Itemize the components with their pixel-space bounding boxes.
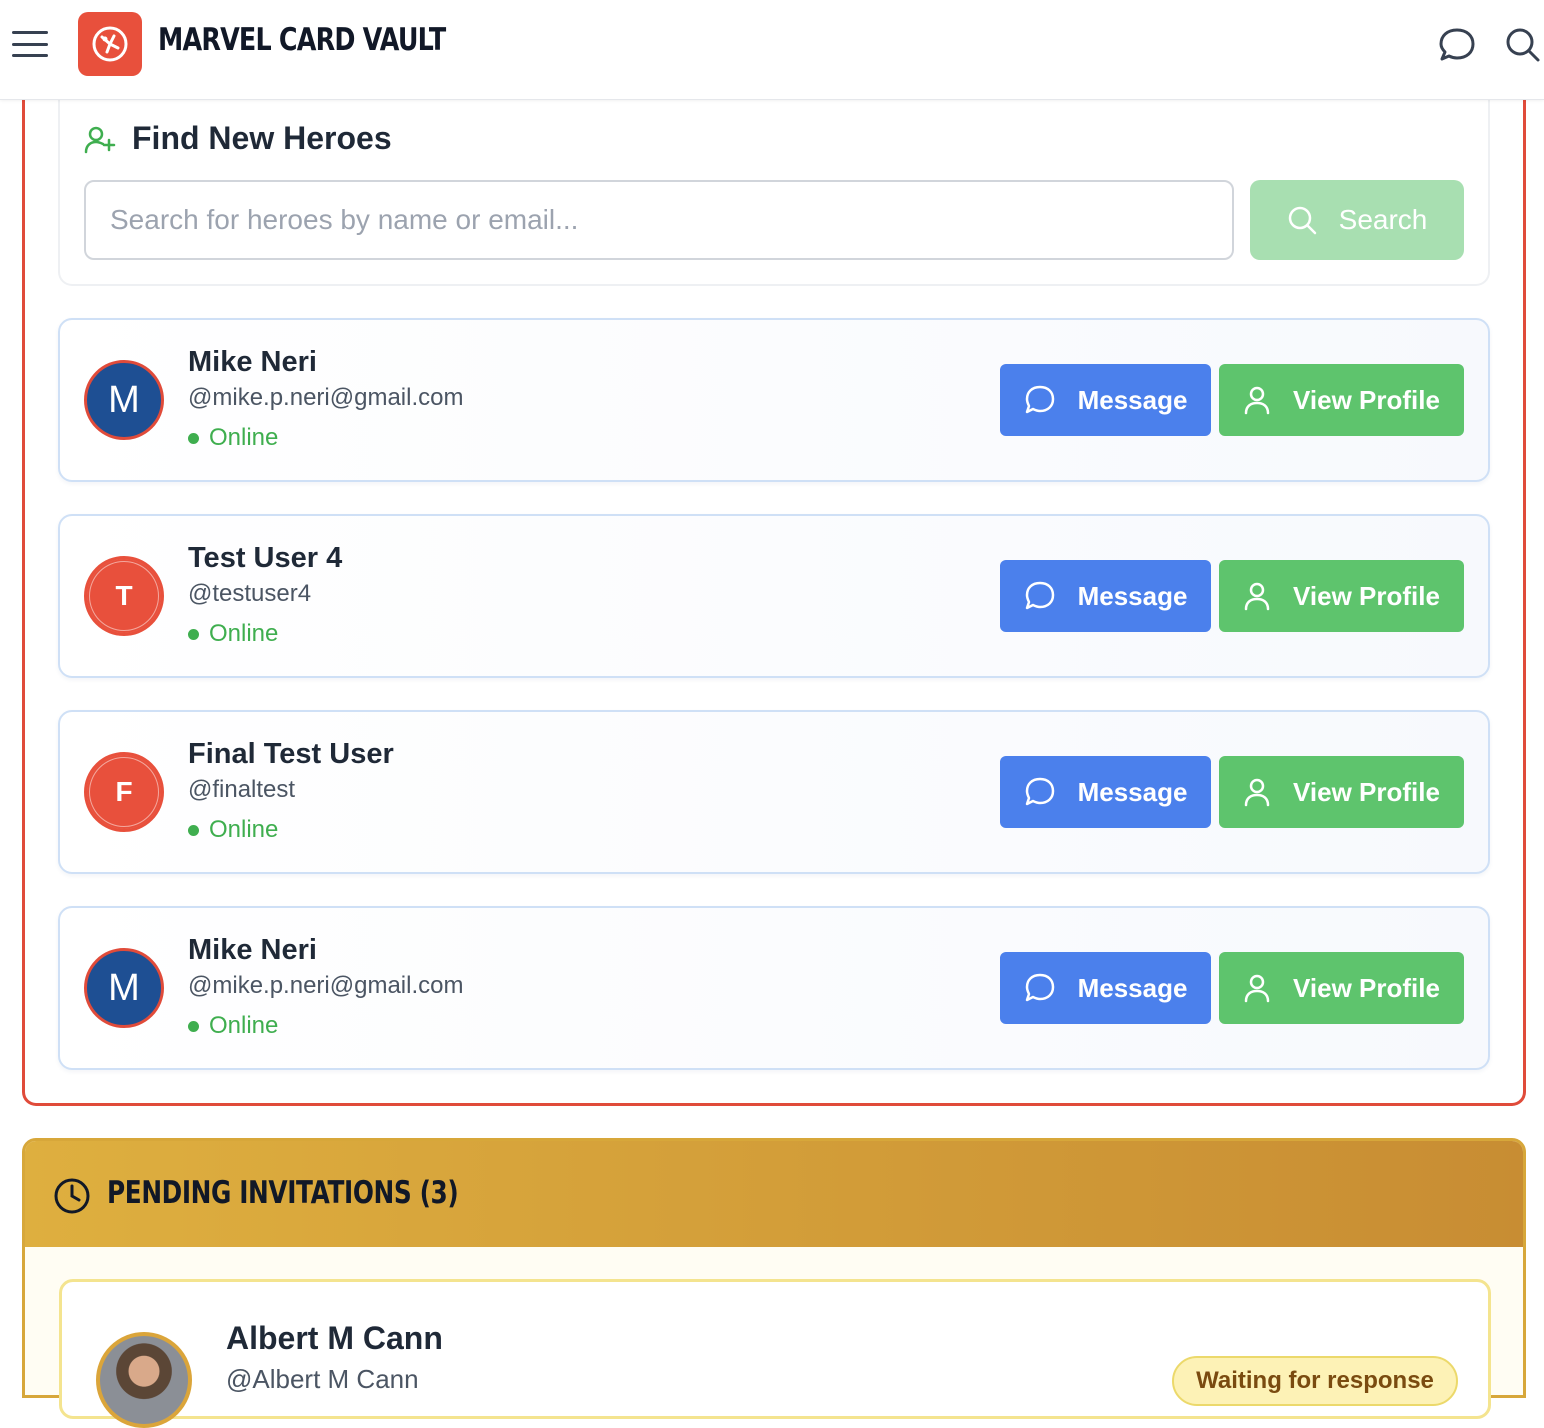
invitee-handle: @Albert M Cann [226,1364,419,1394]
user-name[interactable]: Test User 4 [188,542,342,575]
pending-invitations-section: PENDING INVITATIONS (3) Albert M Cann @A… [22,1138,1526,1428]
view-profile-label: View Profile [1293,776,1440,807]
search-button[interactable]: Search [1250,180,1464,260]
message-button-label: Message [1077,580,1188,611]
view-profile-label: View Profile [1293,972,1440,1003]
view-profile-button[interactable]: View Profile [1219,952,1464,1024]
avatar[interactable]: M [84,360,164,440]
online-status: Online [188,1012,278,1040]
online-dot-icon [188,1020,199,1032]
hamburger-menu-icon[interactable] [10,25,50,63]
view-profile-label: View Profile [1293,384,1440,415]
message-button[interactable]: Message [1000,364,1211,436]
user-card: F Final Test User @finaltest Online Mess… [58,710,1490,874]
user-name[interactable]: Mike Neri [188,346,317,379]
chat-bubble-icon [1025,581,1054,610]
user-handle: @mike.p.neri@gmail.com [188,972,464,999]
online-dot-icon [188,432,199,444]
chat-bubble-icon [1025,973,1054,1002]
status-label: Online [209,424,279,451]
avatar[interactable]: T [84,556,164,636]
clock-icon [53,1177,91,1215]
chat-bubble-icon[interactable] [1438,26,1476,64]
find-heroes-title: Find New Heroes [132,120,392,156]
online-dot-icon [188,628,199,640]
user-name[interactable]: Final Test User [188,738,394,771]
user-handle: @mike.p.neri@gmail.com [188,384,464,411]
invitation-card: Albert M Cann @Albert M Cann Waiting for… [59,1279,1491,1428]
status-label: Online [209,620,279,647]
view-profile-label: View Profile [1293,580,1440,611]
pending-invitations-title: PENDING INVITATIONS (3) [107,1175,459,1211]
view-profile-button[interactable]: View Profile [1219,560,1464,632]
app-title[interactable]: MARVEL CARD VAULT [158,22,446,58]
search-icon [1288,206,1316,235]
view-profile-button[interactable]: View Profile [1219,756,1464,828]
search-button-label: Search [1338,204,1428,235]
hero-logo-icon[interactable] [78,12,142,76]
user-card: M Mike Neri @mike.p.neri@gmail.com Onlin… [58,318,1490,482]
message-button[interactable]: Message [1000,756,1211,828]
view-profile-button[interactable]: View Profile [1219,364,1464,436]
online-status: Online [188,424,278,452]
user-icon [1244,386,1270,415]
online-status: Online [188,816,278,844]
user-handle: @testuser4 [188,580,312,607]
user-icon [1244,582,1270,611]
top-header: MARVEL CARD VAULT [0,0,1544,100]
user-icon [1244,974,1270,1003]
online-dot-icon [188,824,199,836]
online-status: Online [188,620,278,648]
chat-bubble-icon [1025,777,1054,806]
search-icon[interactable] [1504,26,1542,64]
message-button-label: Message [1077,384,1188,415]
message-button[interactable]: Message [1000,952,1211,1024]
message-button-label: Message [1077,776,1188,807]
user-card: M Mike Neri @mike.p.neri@gmail.com Onlin… [58,906,1490,1070]
status-label: Online [209,816,279,843]
chat-bubble-icon [1025,385,1054,414]
message-button[interactable]: Message [1000,560,1211,632]
user-plus-icon [84,124,116,156]
message-button-label: Message [1077,972,1188,1003]
user-icon [1244,778,1270,807]
pending-invitations-header[interactable]: PENDING INVITATIONS (3) [25,1141,1523,1247]
user-name[interactable]: Mike Neri [188,934,317,967]
invitee-name[interactable]: Albert M Cann [226,1320,443,1357]
avatar[interactable] [96,1332,192,1428]
hero-search-input[interactable] [84,180,1234,260]
avatar[interactable]: F [84,752,164,832]
user-handle: @finaltest [188,776,296,803]
user-card: T Test User 4 @testuser4 Online Message … [58,514,1490,678]
status-badge: Waiting for response [1172,1356,1458,1406]
status-label: Online [209,1012,279,1039]
avatar[interactable]: M [84,948,164,1028]
